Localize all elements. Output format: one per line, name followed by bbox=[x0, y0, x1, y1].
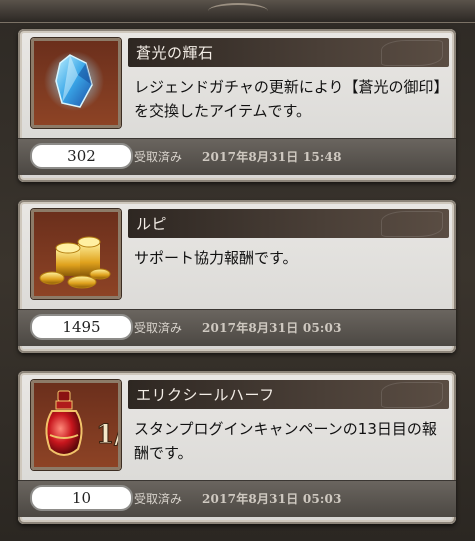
received-status: 受取済み bbox=[134, 321, 183, 335]
item-title: 蒼光の輝石 bbox=[136, 44, 214, 62]
item-count: 302 bbox=[30, 143, 133, 169]
item-title-bar: ルピ bbox=[128, 209, 449, 238]
item-description: スタンプログインキャンペーンの13日目の報酬です。 bbox=[134, 420, 437, 462]
red-elixir-half-icon: 1/2 bbox=[31, 380, 142, 470]
reward-card[interactable]: 受取済み 2017年8月31日 05:03 1/2 エリクシールハーフ スタンプ… bbox=[18, 371, 456, 524]
received-status: 受取済み bbox=[134, 492, 183, 506]
reward-card[interactable]: 受取済み 2017年8月31日 05:03 ルピ サポート協力報酬です。 149… bbox=[18, 200, 456, 353]
item-count: 10 bbox=[30, 485, 133, 511]
gold-coins-icon bbox=[31, 209, 121, 299]
decor-swirl bbox=[381, 40, 443, 66]
item-title-bar: エリクシールハーフ bbox=[128, 380, 449, 409]
decor-swirl bbox=[381, 382, 443, 408]
item-title: ルピ bbox=[136, 215, 168, 233]
blue-crystal-icon bbox=[31, 38, 121, 128]
reward-card[interactable]: 受取済み 2017年8月31日 15:48 蒼光の輝石 レジェンドガチャの更新に… bbox=[18, 29, 456, 182]
half-label: 1/2 bbox=[96, 420, 118, 450]
item-count: 1495 bbox=[30, 314, 133, 340]
item-description: レジェンドガチャの更新により【蒼光の御印】を交換したアイテムです。 bbox=[134, 78, 442, 120]
received-date: 2017年8月31日 05:03 bbox=[202, 492, 342, 506]
item-title-bar: 蒼光の輝石 bbox=[128, 38, 449, 67]
received-date: 2017年8月31日 15:48 bbox=[202, 150, 342, 164]
received-status: 受取済み bbox=[134, 150, 183, 164]
frame-ornament bbox=[208, 3, 268, 19]
decor-swirl bbox=[381, 211, 443, 237]
item-description: サポート協力報酬です。 bbox=[134, 249, 298, 267]
top-frame bbox=[0, 0, 475, 23]
received-date: 2017年8月31日 05:03 bbox=[202, 321, 342, 335]
item-title: エリクシールハーフ bbox=[136, 386, 275, 404]
